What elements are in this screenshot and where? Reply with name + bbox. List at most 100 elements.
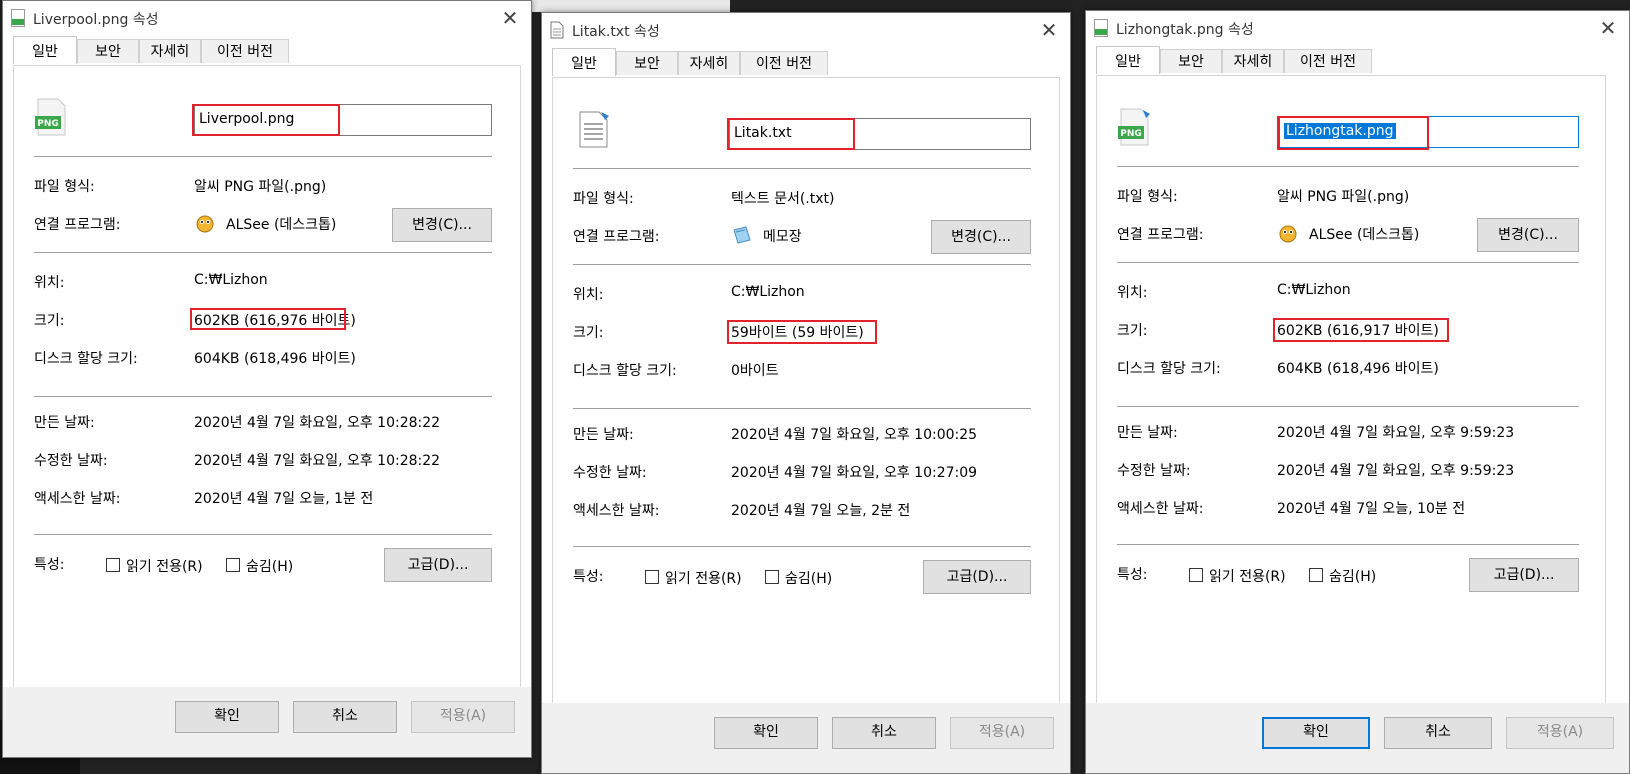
separator	[34, 156, 492, 157]
size-label: 크기:	[1117, 323, 1148, 339]
cancel-button[interactable]: 취소	[832, 717, 936, 749]
tab-details[interactable]: 자세히	[678, 51, 740, 75]
opens-with-value: 메모장	[763, 229, 802, 245]
readonly-label[interactable]: 읽기 전용(R)	[665, 568, 742, 588]
accessed-value: 2020년 4월 7일 오늘, 2분 전	[731, 503, 911, 519]
size-value: 602KB (616,917 바이트)	[1277, 323, 1439, 339]
close-button[interactable]: ✕	[1034, 17, 1064, 43]
close-button[interactable]: ✕	[495, 5, 525, 31]
separator	[1117, 544, 1579, 545]
created-label: 만든 날짜:	[573, 427, 634, 443]
location-value: C:₩Lizhon	[731, 284, 805, 300]
close-icon: ✕	[1599, 16, 1617, 40]
size-label: 크기:	[34, 313, 65, 329]
apply-button[interactable]: 적용(A)	[411, 701, 515, 733]
location-label: 위치:	[1117, 285, 1148, 301]
file-name-value: Lizhongtak.png	[1284, 123, 1396, 139]
text-file-icon	[579, 111, 609, 148]
change-button[interactable]: 변경(C)...	[931, 220, 1031, 254]
location-value: C:₩Lizhon	[1277, 282, 1351, 298]
tab-details[interactable]: 자세히	[139, 39, 201, 63]
separator	[34, 252, 492, 253]
cancel-button[interactable]: 취소	[1384, 717, 1492, 749]
file-type-label: 파일 형식:	[34, 179, 95, 195]
alsee-app-icon	[196, 215, 214, 233]
separator	[1117, 262, 1579, 263]
apply-button[interactable]: 적용(A)	[950, 717, 1054, 749]
window-title: Lizhongtak.png 속성	[1116, 22, 1254, 38]
file-type-value: 알씨 PNG 파일(.png)	[194, 179, 327, 195]
opens-with-label: 연결 프로그램:	[34, 217, 121, 233]
file-name-input[interactable]: Litak.txt	[729, 118, 1031, 150]
tab-previous-versions[interactable]: 이전 버전	[740, 51, 828, 75]
png-file-icon: PNG	[1118, 108, 1150, 146]
accessed-value: 2020년 4월 7일 오늘, 10분 전	[1277, 501, 1466, 517]
tab-general[interactable]: 일반	[13, 36, 77, 64]
created-label: 만든 날짜:	[34, 415, 95, 431]
hidden-checkbox[interactable]	[765, 570, 779, 584]
file-name-input[interactable]: Liverpool.png	[194, 104, 492, 136]
title-bar[interactable]: Liverpool.png 속성 ✕	[3, 1, 531, 35]
created-value: 2020년 4월 7일 화요일, 오후 10:28:22	[194, 415, 441, 431]
separator	[573, 168, 1031, 169]
close-icon: ✕	[501, 6, 519, 30]
disk-size-value: 604KB (618,496 바이트)	[194, 351, 356, 367]
cancel-button[interactable]: 취소	[293, 701, 397, 733]
ok-button[interactable]: 확인	[1262, 717, 1370, 749]
tab-previous-versions[interactable]: 이전 버전	[1284, 49, 1372, 73]
tab-security[interactable]: 보안	[616, 51, 678, 75]
modified-value: 2020년 4월 7일 화요일, 오후 10:28:22	[194, 453, 441, 469]
file-type-label: 파일 형식:	[573, 191, 634, 207]
hidden-label[interactable]: 숨김(H)	[785, 568, 832, 588]
ok-button[interactable]: 확인	[714, 717, 818, 749]
apply-button[interactable]: 적용(A)	[1506, 717, 1614, 749]
modified-label: 수정한 날짜:	[1117, 463, 1191, 479]
png-file-icon	[1094, 19, 1108, 37]
advanced-button[interactable]: 고급(D)...	[384, 548, 492, 582]
file-name-input[interactable]: Lizhongtak.png	[1279, 116, 1579, 148]
notepad-app-icon	[733, 226, 751, 244]
change-button[interactable]: 변경(C)...	[392, 208, 492, 242]
separator	[1117, 406, 1579, 407]
png-file-icon	[11, 9, 25, 27]
tab-general[interactable]: 일반	[1096, 46, 1160, 74]
png-file-icon: PNG	[35, 98, 66, 136]
hidden-checkbox[interactable]	[226, 558, 240, 572]
accessed-label: 액세스한 날짜:	[34, 491, 121, 507]
properties-dialog-litak: Litak.txt 속성 ✕ 일반 보안 자세히 이전 버전 Litak.txt…	[541, 12, 1071, 774]
readonly-checkbox[interactable]	[645, 570, 659, 584]
modified-label: 수정한 날짜:	[34, 453, 108, 469]
disk-size-label: 디스크 할당 크기:	[573, 363, 677, 379]
title-bar[interactable]: Lizhongtak.png 속성 ✕	[1086, 11, 1629, 45]
close-button[interactable]: ✕	[1593, 15, 1623, 41]
file-name-value: Liverpool.png	[199, 111, 295, 127]
advanced-button[interactable]: 고급(D)...	[923, 560, 1031, 594]
png-icon-label: PNG	[37, 119, 59, 129]
title-bar[interactable]: Litak.txt 속성 ✕	[542, 13, 1070, 47]
hidden-checkbox[interactable]	[1309, 568, 1323, 582]
hidden-label[interactable]: 숨김(H)	[1329, 566, 1376, 586]
readonly-checkbox[interactable]	[1189, 568, 1203, 582]
tab-general[interactable]: 일반	[552, 48, 616, 76]
tab-details[interactable]: 자세히	[1222, 49, 1284, 73]
change-button[interactable]: 변경(C)...	[1477, 218, 1579, 252]
readonly-label[interactable]: 읽기 전용(R)	[1209, 566, 1286, 586]
tab-security[interactable]: 보안	[1160, 49, 1222, 73]
size-value: 59바이트 (59 바이트)	[731, 325, 864, 341]
opens-with-label: 연결 프로그램:	[1117, 227, 1204, 243]
readonly-label[interactable]: 읽기 전용(R)	[126, 556, 203, 576]
alsee-app-icon	[1279, 225, 1297, 243]
disk-size-value: 604KB (618,496 바이트)	[1277, 361, 1439, 377]
accessed-label: 액세스한 날짜:	[573, 503, 660, 519]
created-value: 2020년 4월 7일 화요일, 오후 10:00:25	[731, 427, 978, 443]
tab-security[interactable]: 보안	[77, 39, 139, 63]
separator	[34, 534, 492, 535]
hidden-label[interactable]: 숨김(H)	[246, 556, 293, 576]
created-value: 2020년 4월 7일 화요일, 오후 9:59:23	[1277, 425, 1515, 441]
tab-previous-versions[interactable]: 이전 버전	[201, 39, 289, 63]
readonly-checkbox[interactable]	[106, 558, 120, 572]
advanced-button[interactable]: 고급(D)...	[1469, 558, 1579, 592]
ok-button[interactable]: 확인	[175, 701, 279, 733]
location-label: 위치:	[34, 275, 65, 291]
attributes-label: 특성:	[1117, 567, 1148, 583]
